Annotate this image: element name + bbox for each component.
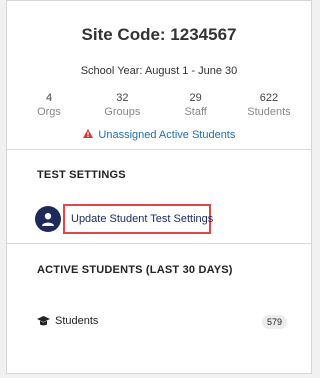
- students-count-badge: 579: [261, 315, 287, 329]
- warning-icon: [82, 129, 96, 141]
- divider: [7, 149, 311, 150]
- stat-staff-label: Staff: [184, 106, 207, 118]
- stat-students-value: 622: [259, 92, 279, 104]
- stat-orgs-label: Orgs: [37, 106, 61, 118]
- stat-students[interactable]: 622 Students: [241, 91, 297, 119]
- active-students-heading: ACTIVE STUDENTS (LAST 30 DAYS): [37, 264, 233, 276]
- site-summary-card: Site Code: 1234567 School Year: August 1…: [6, 0, 312, 374]
- stat-groups-label: Groups: [104, 106, 141, 118]
- unassigned-students-link[interactable]: Unassigned Active Students: [98, 129, 235, 141]
- stat-orgs[interactable]: 4 Orgs: [21, 91, 77, 119]
- stat-groups-value: 32: [116, 92, 129, 104]
- test-settings-heading: TEST SETTINGS: [37, 169, 126, 181]
- stat-orgs-value: 4: [45, 92, 53, 104]
- graduation-cap-icon: [37, 315, 50, 327]
- school-year-text: School Year: August 1 - June 30: [80, 65, 238, 77]
- divider: [7, 243, 311, 244]
- stats-row: 4 Orgs 32 Groups 29 Staff 622 Students: [21, 91, 297, 119]
- user-icon: [35, 206, 61, 232]
- update-test-settings-link[interactable]: Update Student Test Settings: [63, 204, 213, 234]
- stat-staff[interactable]: 29 Staff: [168, 91, 224, 119]
- students-row[interactable]: Students 579: [37, 311, 287, 331]
- unassigned-students-alert: Unassigned Active Students: [7, 129, 311, 141]
- students-label: Students: [55, 315, 99, 327]
- site-code-title: Site Code: 1234567: [81, 25, 237, 44]
- stat-groups[interactable]: 32 Groups: [94, 91, 150, 119]
- stat-students-label: Students: [247, 106, 291, 118]
- stat-staff-value: 29: [189, 92, 202, 104]
